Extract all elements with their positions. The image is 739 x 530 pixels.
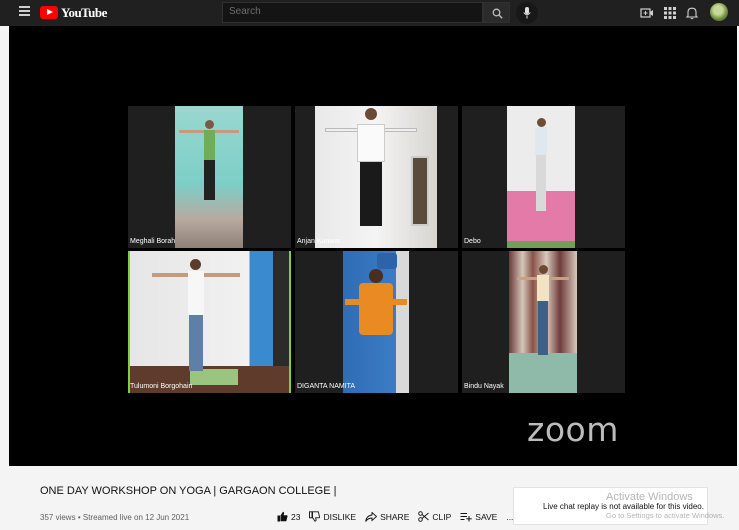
participant-legs — [360, 162, 382, 226]
hamburger-menu-icon[interactable] — [19, 6, 30, 16]
microphone-icon — [523, 7, 531, 19]
clip-label: CLIP — [432, 511, 452, 522]
participant-name: Anjan Konwar — [297, 238, 341, 245]
scissors-icon — [418, 511, 430, 522]
video-meta: 357 views • Streamed live on 12 Jun 2021 — [40, 513, 189, 522]
voice-search-button[interactable] — [516, 2, 538, 24]
chat-unavailable-message: Live chat replay is not available for th… — [543, 502, 704, 511]
masthead: YouTube Search — [0, 0, 739, 26]
youtube-watch-page: YouTube Search Meghali Borah Anjan Konwa… — [0, 0, 739, 530]
participant-head — [190, 259, 201, 270]
participant-legs — [189, 315, 203, 371]
video-title: ONE DAY WORKSHOP ON YOGA | GARGAON COLLE… — [40, 485, 337, 497]
dislike-button[interactable]: DISLIKE — [309, 511, 356, 522]
zoom-watermark: zoom — [527, 410, 619, 449]
participant-tile-active: Tulumoni Borgohain — [128, 251, 291, 393]
share-button[interactable]: SHARE — [365, 511, 410, 522]
participant-name: Meghali Borah — [130, 238, 176, 245]
search-icon — [492, 8, 503, 19]
participant-name: Tulumoni Borgohain — [130, 383, 193, 390]
participant-head — [365, 108, 377, 120]
participant-name: DIGANTA NAMITA — [297, 383, 356, 390]
dislike-label: DISLIKE — [323, 511, 357, 522]
share-label: SHARE — [380, 511, 410, 522]
participant-tile: Anjan Konwar — [295, 106, 458, 248]
youtube-play-icon — [40, 6, 58, 19]
participant-video — [509, 251, 577, 393]
save-button[interactable]: SAVE — [460, 512, 497, 522]
participant-name: Bindu Nayak — [464, 383, 504, 390]
clip-button[interactable]: CLIP — [418, 511, 451, 522]
share-arrow-icon — [365, 511, 378, 522]
participant-video — [315, 106, 437, 248]
thumbs-down-icon — [309, 511, 321, 522]
participant-tile: Bindu Nayak — [462, 251, 625, 393]
participant-shirt — [188, 271, 204, 315]
meta-separator: • — [77, 513, 81, 522]
participant-video — [175, 106, 243, 248]
participant-tile: Meghali Borah — [128, 106, 291, 248]
participant-head — [537, 118, 546, 127]
participant-shirt — [537, 275, 549, 301]
participant-legs — [538, 301, 548, 355]
wall-painting — [411, 156, 429, 226]
participant-shirt — [204, 130, 215, 160]
floor-mat — [509, 353, 577, 393]
water-bottle — [377, 253, 397, 269]
create-video-icon[interactable] — [640, 6, 654, 20]
participant-shirt — [359, 283, 393, 335]
account-avatar[interactable] — [710, 3, 728, 21]
apps-grid-icon[interactable] — [663, 6, 677, 20]
playlist-add-icon — [460, 512, 472, 521]
participant-legs — [536, 155, 546, 211]
participant-head — [369, 269, 383, 283]
participant-shirt — [535, 127, 547, 155]
search-input[interactable]: Search — [222, 2, 483, 23]
like-button[interactable]: 23 — [277, 511, 300, 522]
participant-arms — [345, 299, 407, 305]
participant-video — [343, 251, 409, 393]
search-button[interactable] — [483, 2, 510, 23]
activate-windows-title: Activate Windows — [606, 491, 693, 503]
video-actions: 23 DISLIKE SHARE CLIP SAVE ... — [277, 511, 522, 522]
stream-date: Streamed live on 12 Jun 2021 — [82, 513, 190, 522]
notifications-bell-icon[interactable] — [685, 6, 699, 20]
video-player[interactable]: Meghali Borah Anjan Konwar Debo Tulumoni… — [9, 26, 737, 466]
search-placeholder: Search — [229, 6, 261, 17]
yoga-mat — [190, 369, 238, 385]
youtube-logo[interactable]: YouTube — [40, 5, 107, 20]
participant-video — [130, 251, 289, 393]
participant-head — [539, 265, 548, 274]
participant-shirt — [357, 124, 385, 162]
participant-name: Debo — [464, 238, 481, 245]
participant-head — [205, 120, 214, 129]
activate-windows-subtitle: Go to Settings to activate Windows. — [606, 511, 725, 520]
participant-tile: DIGANTA NAMITA — [295, 251, 458, 393]
like-count: 23 — [291, 511, 301, 522]
thumbs-up-icon — [277, 511, 288, 522]
participant-video — [507, 106, 575, 248]
view-count: 357 views — [40, 513, 76, 522]
participant-legs — [204, 160, 215, 200]
participant-tile: Debo — [462, 106, 625, 248]
logo-text: YouTube — [61, 4, 107, 20]
save-label: SAVE — [475, 511, 498, 522]
